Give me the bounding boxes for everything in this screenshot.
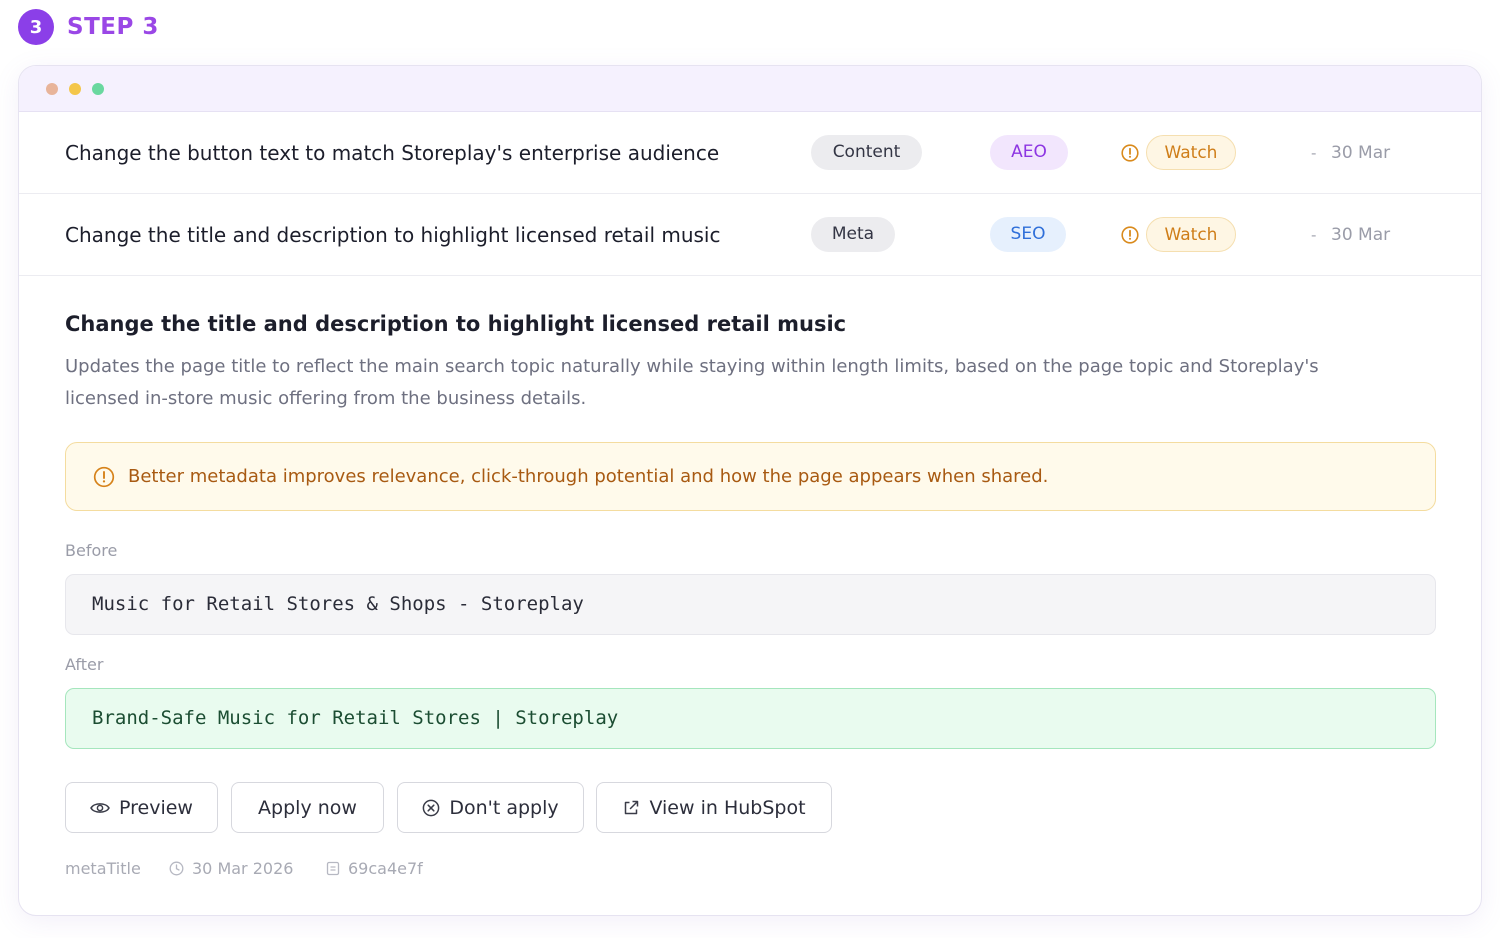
category-badge: Content: [811, 135, 922, 170]
meta-date-text: 30 Mar 2026: [192, 858, 294, 878]
before-value-box: Music for Retail Stores & Shops - Storep…: [65, 574, 1436, 635]
eye-icon: [90, 802, 110, 813]
type-badge-seo: SEO: [990, 217, 1066, 252]
separator-dash: -: [1311, 144, 1317, 162]
document-icon: [326, 861, 340, 875]
type-badge-aeo: AEO: [990, 135, 1068, 170]
preview-button-label: Preview: [119, 796, 193, 819]
dont-apply-button-label: Don't apply: [449, 796, 559, 819]
meta-date: 30 Mar 2026: [169, 857, 293, 879]
window-maximize-dot[interactable]: [92, 83, 104, 95]
clock-icon: [169, 861, 184, 875]
meta-row: metaTitle 30 Mar 2026 69ca4e7f: [65, 857, 665, 879]
apply-now-button[interactable]: Apply now: [231, 782, 384, 833]
meta-id-text: 69ca4e7f: [348, 858, 423, 878]
recommendation-date: 30 Mar: [1331, 225, 1391, 245]
separator-dash: -: [1311, 226, 1317, 244]
preview-button[interactable]: Preview: [65, 782, 218, 833]
notice-text: Better metadata improves relevance, clic…: [128, 466, 1049, 487]
meta-field-name: metaTitle: [65, 858, 141, 878]
step-label: STEP 3: [67, 14, 159, 40]
before-label: Before: [65, 541, 118, 560]
recommendation-row[interactable]: Change the button text to match Storepla…: [19, 112, 1481, 194]
external-link-icon: [625, 800, 639, 814]
detail-description: Updates the page title to reflect the ma…: [65, 356, 1319, 409]
detail-title: Change the title and description to high…: [65, 312, 847, 336]
after-value-box: Brand-Safe Music for Retail Stores | Sto…: [65, 688, 1436, 749]
x-circle-icon: [422, 799, 440, 816]
step-header: 3 STEP 3: [18, 9, 159, 45]
dont-apply-button[interactable]: Don't apply: [397, 782, 584, 833]
after-label: After: [65, 655, 104, 674]
category-badge: Meta: [811, 217, 895, 252]
warning-icon: [1121, 226, 1139, 244]
app-window: Change the button text to match Storepla…: [18, 65, 1482, 916]
warning-icon: [1121, 144, 1139, 162]
window-titlebar: [19, 66, 1481, 112]
recommendation-title: Change the title and description to high…: [65, 223, 721, 247]
recommendation-date: 30 Mar: [1331, 143, 1391, 163]
window-minimize-dot[interactable]: [69, 83, 81, 95]
status-badge-watch: Watch: [1146, 217, 1236, 252]
info-warning-icon: [93, 466, 115, 488]
window-close-dot[interactable]: [46, 83, 58, 95]
notice-banner: Better metadata improves relevance, clic…: [65, 442, 1436, 511]
view-in-hubspot-button[interactable]: View in HubSpot: [596, 782, 832, 833]
apply-now-button-label: Apply now: [258, 796, 357, 819]
step-number-badge: 3: [18, 9, 54, 45]
meta-id: 69ca4e7f: [326, 857, 423, 879]
view-in-hubspot-button-label: View in HubSpot: [649, 796, 806, 819]
status-badge-watch: Watch: [1146, 135, 1236, 170]
recommendation-title: Change the button text to match Storepla…: [65, 141, 720, 165]
recommendation-row[interactable]: Change the title and description to high…: [19, 194, 1481, 276]
